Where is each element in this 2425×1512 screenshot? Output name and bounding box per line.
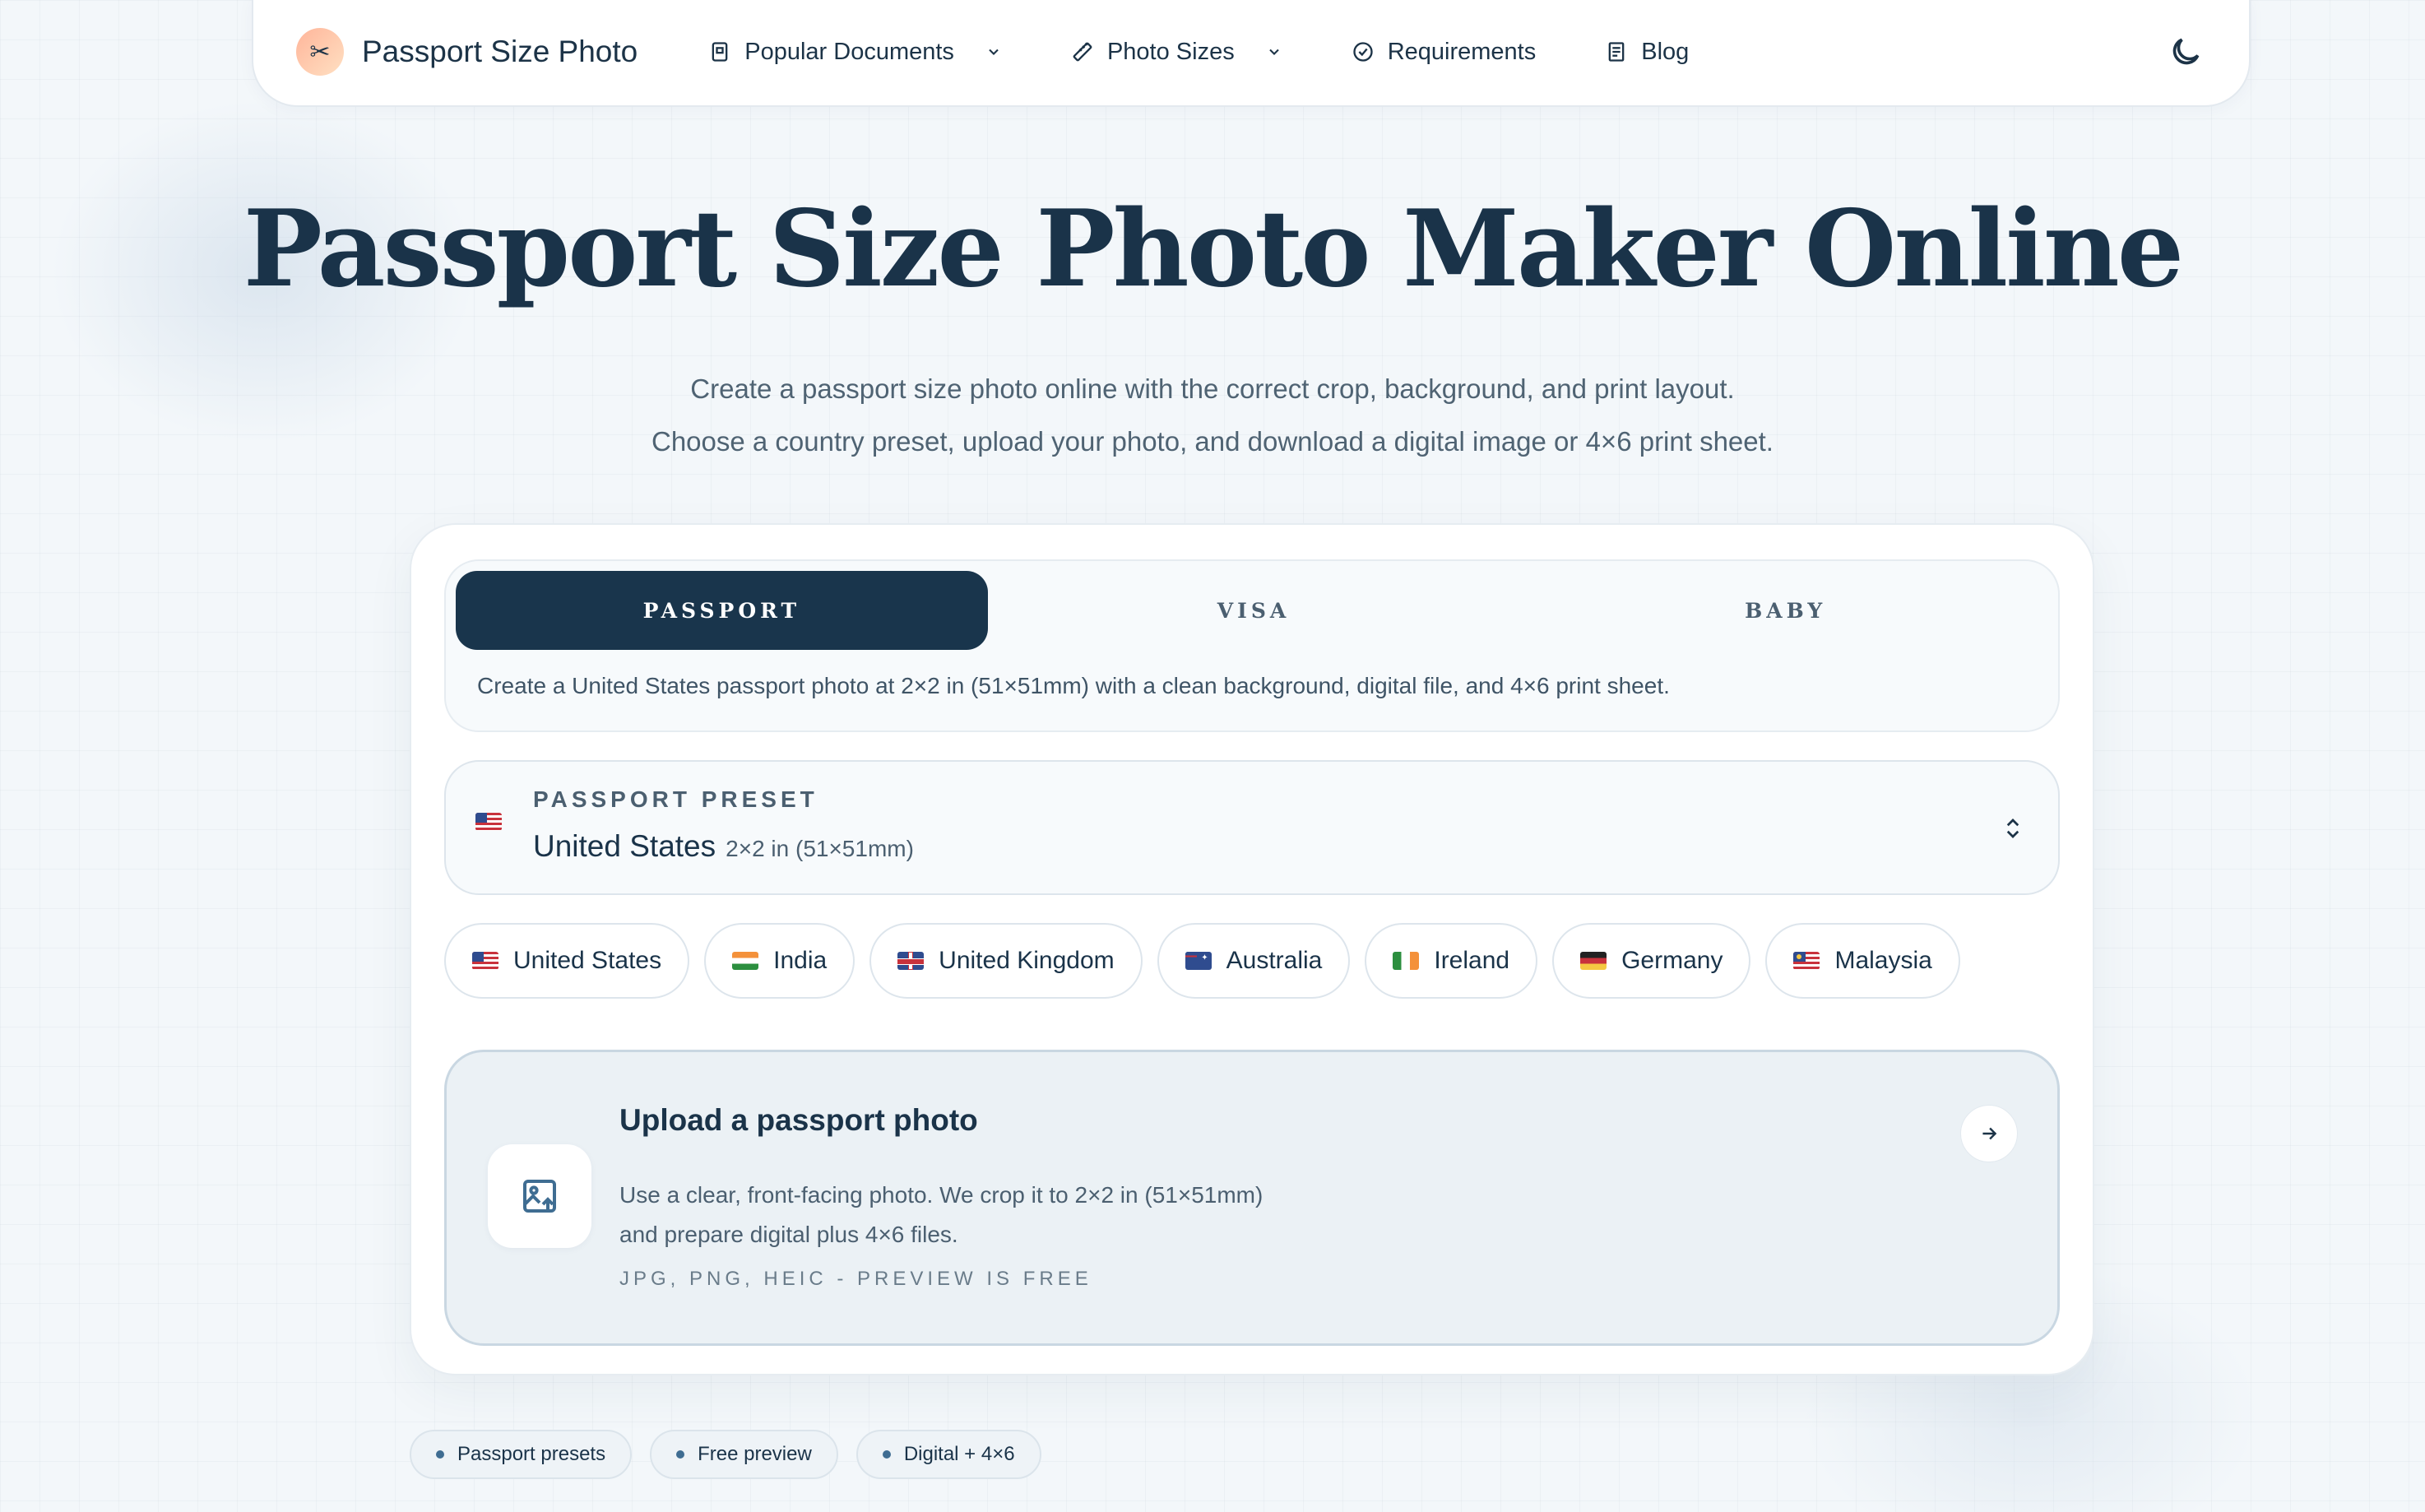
passport-preset-select[interactable]: PASSPORT PRESET United States 2×2 in (51×… bbox=[444, 760, 2060, 895]
preset-size: 2×2 in (51×51mm) bbox=[726, 836, 914, 861]
navbar: ✂ Passport Size Photo Popular Documents … bbox=[252, 0, 2251, 107]
page-title: Passport Size Photo Maker Online bbox=[243, 188, 2184, 311]
badge-label: Free preview bbox=[698, 1443, 812, 1465]
chip-label: Ireland bbox=[1434, 947, 1510, 974]
country-chips: United States India United Kingdom Austr… bbox=[444, 923, 1960, 999]
badge-passport-presets: Passport presets bbox=[410, 1430, 633, 1479]
upload-description-line1: Use a clear, front-facing photo. We crop… bbox=[619, 1182, 1264, 1208]
preset-label: PASSPORT PRESET bbox=[533, 786, 818, 812]
nav-blog[interactable]: Blog bbox=[1605, 39, 1689, 66]
nav-requirements[interactable]: Requirements bbox=[1352, 38, 1537, 66]
photo-maker-card: PASSPORT VISA BABY Create a United State… bbox=[410, 523, 2094, 1375]
article-icon bbox=[1608, 42, 1625, 62]
tab-description: Create a United States passport photo at… bbox=[477, 673, 1670, 698]
chevron-down-icon bbox=[1268, 49, 1279, 55]
badge-label: Digital + 4×6 bbox=[903, 1443, 1015, 1465]
preset-country: United States bbox=[533, 829, 716, 863]
chip-label: Germany bbox=[1621, 947, 1723, 974]
germany-flag-icon bbox=[1580, 952, 1607, 970]
chip-label: United States bbox=[513, 947, 662, 974]
chip-label: Australia bbox=[1226, 947, 1323, 974]
scissors-icon: ✂ bbox=[296, 28, 344, 76]
ireland-flag-icon bbox=[1393, 952, 1420, 970]
us-flag-icon bbox=[472, 952, 498, 970]
dot-icon bbox=[882, 1450, 891, 1459]
nav-photo-sizes[interactable]: Photo Sizes bbox=[1071, 39, 1282, 66]
badge-label: Passport presets bbox=[457, 1443, 606, 1465]
hero-subtitle-line1: Create a passport size photo online with… bbox=[690, 373, 1735, 404]
uk-flag-icon bbox=[897, 952, 925, 970]
badge-digital-print: Digital + 4×6 bbox=[855, 1430, 1041, 1479]
document-icon bbox=[712, 42, 728, 62]
chip-label: United Kingdom bbox=[939, 947, 1115, 974]
document-type-tabs: PASSPORT VISA BABY Create a United State… bbox=[444, 559, 2060, 732]
upload-formats: JPG, PNG, HEIC - PREVIEW IS FREE bbox=[619, 1268, 1092, 1290]
us-flag-icon bbox=[475, 813, 502, 831]
country-chip-malaysia[interactable]: Malaysia bbox=[1765, 923, 1960, 999]
nav-label: Blog bbox=[1641, 38, 1690, 65]
nav-label: Photo Sizes bbox=[1106, 38, 1235, 65]
tab-passport[interactable]: PASSPORT bbox=[456, 571, 988, 650]
country-chip-india[interactable]: India bbox=[704, 923, 855, 999]
malaysia-flag-icon bbox=[1793, 952, 1820, 970]
dot-icon bbox=[436, 1450, 444, 1459]
brand-name: Passport Size Photo bbox=[362, 35, 638, 68]
hero-subtitle-line2: Choose a country preset, upload your pho… bbox=[651, 426, 1774, 457]
tabs-row: PASSPORT VISA BABY bbox=[456, 571, 2052, 650]
nav-links: Popular Documents Photo Sizes Requiremen… bbox=[708, 39, 1758, 66]
ruler-icon bbox=[1073, 42, 1092, 62]
country-chip-united-states[interactable]: United States bbox=[444, 923, 690, 999]
upload-description-line2: and prepare digital plus 4×6 files. bbox=[619, 1222, 958, 1247]
upload-title: Upload a passport photo bbox=[619, 1103, 978, 1137]
preset-value: United States 2×2 in (51×51mm) bbox=[533, 829, 914, 864]
upload-arrow-button[interactable] bbox=[1960, 1105, 2018, 1162]
nav-label: Popular Documents bbox=[744, 38, 954, 65]
country-chip-ireland[interactable]: Ireland bbox=[1365, 923, 1538, 999]
check-circle-icon bbox=[1353, 42, 1373, 62]
upload-dropzone[interactable]: Upload a passport photo Use a clear, fro… bbox=[444, 1050, 2060, 1346]
theme-toggle-button[interactable] bbox=[2165, 31, 2206, 72]
arrow-right-icon bbox=[1982, 1127, 1997, 1140]
moon-icon bbox=[2172, 38, 2200, 65]
country-chip-germany[interactable]: Germany bbox=[1552, 923, 1751, 999]
brand[interactable]: ✂ Passport Size Photo bbox=[296, 28, 638, 76]
chevron-up-down-icon bbox=[2006, 819, 2019, 838]
dot-icon bbox=[676, 1450, 685, 1459]
chip-label: Malaysia bbox=[1834, 947, 1932, 974]
tab-visa[interactable]: VISA bbox=[988, 571, 1520, 650]
chevron-down-icon bbox=[989, 49, 999, 55]
nav-popular-documents[interactable]: Popular Documents bbox=[708, 39, 1002, 66]
image-upload-icon bbox=[488, 1144, 591, 1248]
nav-label: Requirements bbox=[1387, 38, 1537, 65]
india-flag-icon bbox=[732, 952, 759, 970]
feature-badges: Passport presets Free preview Digital + … bbox=[410, 1430, 1041, 1479]
badge-free-preview: Free preview bbox=[650, 1430, 838, 1479]
australia-flag-icon bbox=[1185, 952, 1212, 970]
country-chip-united-kingdom[interactable]: United Kingdom bbox=[869, 923, 1143, 999]
chip-label: India bbox=[773, 947, 828, 974]
country-chip-australia[interactable]: Australia bbox=[1157, 923, 1351, 999]
tab-baby[interactable]: BABY bbox=[1519, 571, 2052, 650]
